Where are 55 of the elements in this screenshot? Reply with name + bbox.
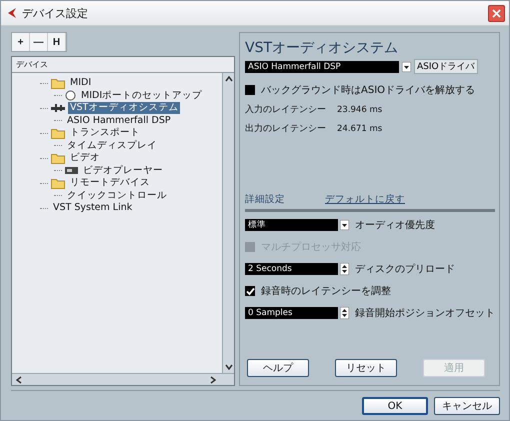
horizontal-scrollbar[interactable] (12, 373, 234, 385)
dialog-button[interactable]: OK (362, 397, 428, 415)
spinner-arrows-icon (340, 263, 349, 275)
tree-item[interactable]: VSTオーディオシステム (68, 102, 180, 114)
checkbox-label: 録音時のレイテンシーを調整 (261, 284, 391, 298)
scroll-down-icon (224, 364, 232, 370)
latency-value: 23.946 ms (337, 104, 382, 114)
folder-icon (51, 152, 65, 164)
scroll-right-icon (210, 376, 216, 384)
section-tab[interactable]: 詳細設定 (245, 193, 285, 206)
window-title: デバイス設定 (22, 6, 89, 20)
latency-value: 24.671 ms (337, 124, 382, 134)
panel-button[interactable]: ヘルプ (247, 359, 309, 377)
video-player-icon (65, 167, 78, 174)
spinner-arrows-icon (340, 307, 349, 319)
tree-item[interactable]: タイムディスプレイ (65, 140, 159, 152)
setting-label: ディスクのプリロード (355, 262, 455, 276)
toolbar-button[interactable]: — (30, 33, 48, 51)
close-button[interactable] (488, 4, 505, 22)
tree-item[interactable]: ビデオプレーヤー (81, 164, 165, 177)
scroll-left-icon (16, 376, 22, 384)
folder-icon (51, 128, 65, 139)
checkbox[interactable] (245, 286, 255, 296)
folder-icon (51, 78, 65, 89)
tree-item[interactable]: リモートデバイス (68, 177, 152, 190)
tree-item[interactable]: MIDI (68, 77, 94, 90)
tree-item[interactable]: クイックコントロール (65, 190, 169, 202)
checkbox-label: バックグラウンド時はASIOドライバを解放する (261, 84, 476, 97)
folder-icon (51, 178, 65, 189)
port-icon (65, 90, 76, 102)
dropdown-arrow-icon (340, 220, 349, 230)
tree-item[interactable]: ビデオ (68, 152, 102, 164)
close-icon (492, 8, 501, 18)
tree-item[interactable]: トランスポート (68, 127, 142, 140)
tree-item[interactable]: MIDIポートのセットアップ (79, 90, 204, 102)
panel-title: VSTオーディオシステム (245, 39, 400, 57)
toolbar-button[interactable]: + (12, 33, 30, 51)
reset-defaults-link[interactable]: デフォルトに戻す (325, 193, 405, 206)
checkbox[interactable] (245, 85, 255, 95)
tree-item[interactable]: VST System Link (51, 202, 134, 214)
dropdown-arrow-icon[interactable] (402, 62, 411, 72)
latency-label: 出力のレイテンシー (245, 122, 326, 135)
setting-label: オーディオ優先度 (355, 218, 435, 232)
dialog-button[interactable]: キャンセル (434, 397, 500, 415)
asio-driver-button[interactable]: ASIOドライバ (414, 59, 478, 74)
latency-label: 入力のレイテンシー (245, 104, 326, 116)
setting-label: 録音開始ポジションオフセット (355, 306, 495, 320)
tree-item[interactable]: ASIO Hammerfall DSP (65, 114, 173, 127)
vertical-scrollbar[interactable] (222, 73, 234, 373)
panel-button[interactable]: リセット (335, 359, 397, 377)
app-logo-icon (7, 7, 17, 19)
toolbar-button[interactable]: H (48, 33, 66, 51)
audio-device-icon (51, 104, 65, 112)
driver-dropdown[interactable]: ASIO Hammerfall DSP (245, 60, 399, 72)
scroll-up-icon (224, 76, 232, 82)
